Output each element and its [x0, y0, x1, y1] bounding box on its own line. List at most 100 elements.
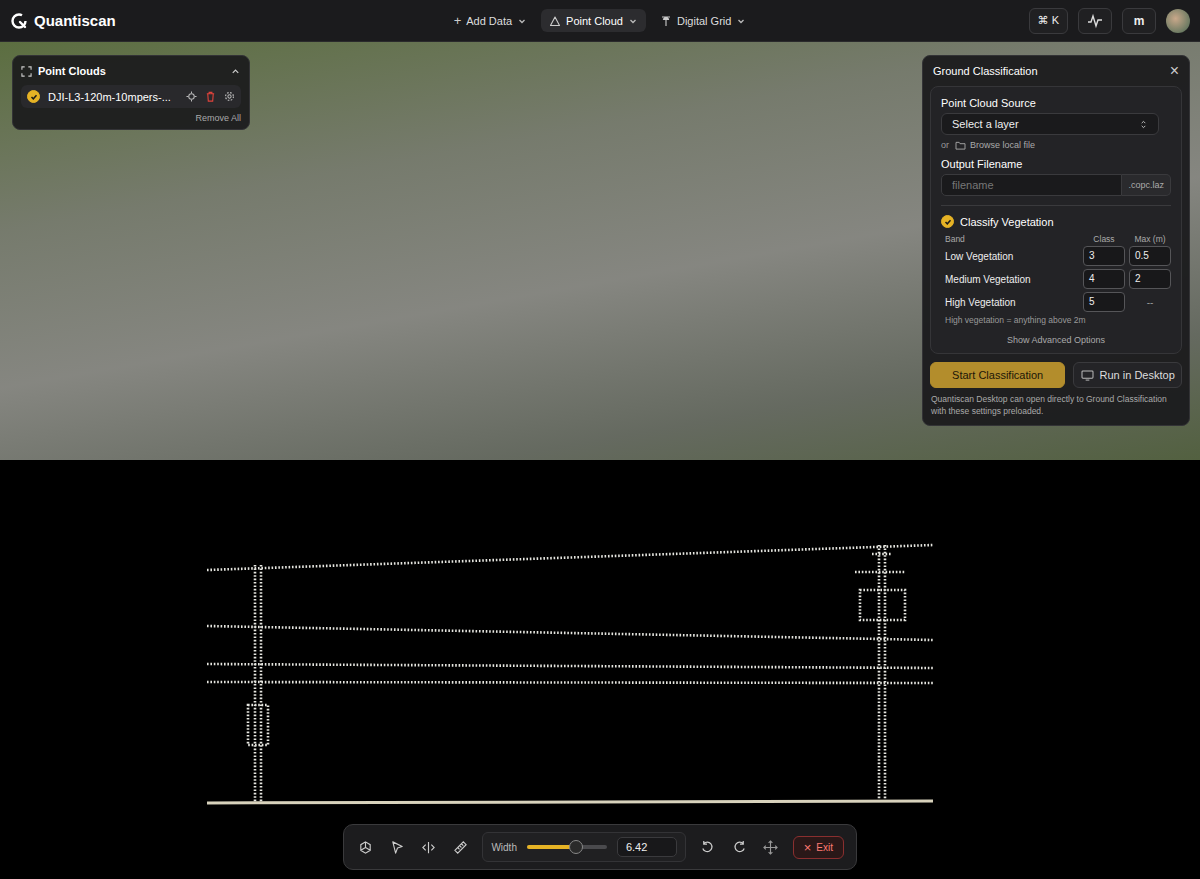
divider	[941, 205, 1171, 206]
band-row: Low Vegetation 3 0.5	[941, 246, 1171, 266]
advanced-options-button[interactable]: Show Advanced Options	[1007, 335, 1105, 345]
column-header: Class	[1083, 234, 1125, 244]
primary-button[interactable]: Start Classification	[930, 362, 1065, 388]
vegetation-checkbox[interactable]	[941, 215, 954, 228]
top-actions: ⌘ K m	[754, 8, 1190, 34]
layer-select[interactable]: Select a layer	[941, 113, 1159, 135]
menu-button[interactable]: Digital Grid	[652, 9, 754, 32]
menu-button[interactable]: Point Cloud	[541, 9, 646, 32]
command-palette-button[interactable]: ⌘ K	[1029, 8, 1068, 34]
browse-row: or Browse local file	[941, 140, 1171, 150]
plus-icon: +	[454, 14, 462, 27]
visibility-checkbox[interactable]	[27, 90, 40, 103]
point-clouds-panel: Point Clouds DJI-L3-120m-10mpers-... Rem…	[12, 55, 250, 130]
width-label: Width	[491, 842, 517, 853]
logo-icon	[10, 12, 28, 30]
panel-header: Point Clouds	[21, 62, 241, 80]
extension-suffix: .copc.laz	[1122, 174, 1171, 196]
vegetation-toggle[interactable]: Classify Vegetation	[941, 215, 1171, 228]
chevron-down-icon	[517, 16, 527, 26]
profile-toolbar: Width 6.42 × Exit	[343, 824, 857, 870]
exit-button[interactable]: × Exit	[793, 836, 844, 859]
desktop-footnote: Quantiscan Desktop can open directly to …	[930, 393, 1182, 418]
output-label: Output Filename	[941, 158, 1171, 170]
column-header: Max (m)	[1129, 234, 1171, 244]
orbit-icon	[358, 840, 373, 855]
width-input[interactable]: 6.42	[617, 837, 677, 857]
expand-icon[interactable]	[21, 66, 32, 77]
user-initial-button[interactable]: m	[1122, 8, 1156, 34]
split-tool[interactable]	[419, 837, 439, 857]
trash-icon[interactable]	[205, 91, 216, 102]
band-table-header: Band Class Max (m)	[941, 234, 1171, 244]
output-field: filename .copc.laz	[941, 174, 1171, 196]
activity-icon	[1087, 13, 1103, 29]
panel-title: Point Clouds	[38, 65, 106, 77]
gear-icon[interactable]	[224, 91, 235, 102]
folder-icon	[955, 141, 966, 150]
move-icon	[763, 840, 778, 855]
main-menu: + Add Data Point Cloud Digital Grid	[446, 9, 755, 32]
width-control: Width 6.42	[482, 832, 686, 862]
vegetation-note: High vegetation = anything above 2m	[941, 315, 1171, 325]
max-input[interactable]: 0.5	[1129, 246, 1171, 266]
band-row: High Vegetation 5 --	[941, 292, 1171, 312]
width-slider[interactable]	[527, 845, 607, 849]
measure-tool[interactable]	[451, 837, 471, 857]
check-icon	[29, 92, 39, 102]
remove-row: Remove All	[21, 108, 241, 123]
select-tool[interactable]	[388, 837, 408, 857]
split-icon	[421, 840, 436, 855]
avatar-image[interactable]	[1166, 9, 1190, 33]
source-label: Point Cloud Source	[941, 97, 1171, 109]
band-name: High Vegetation	[941, 297, 1079, 308]
point-cloud-icon	[549, 15, 561, 27]
ground-classification-panel: Ground Classification × Point Cloud Sour…	[922, 55, 1190, 426]
max-value: --	[1129, 297, 1171, 308]
panel-title: Ground Classification	[933, 65, 1038, 77]
app-name: Quantiscan	[34, 12, 116, 29]
workspace: Width 6.42 × Exit Point Clouds DJI-L3-12…	[0, 42, 1200, 879]
updown-icon	[1139, 119, 1148, 130]
class-input[interactable]: 5	[1083, 292, 1125, 312]
pointer-icon	[390, 840, 405, 855]
redo-icon	[732, 840, 747, 855]
max-input[interactable]: 2	[1129, 269, 1171, 289]
undo-button[interactable]	[698, 837, 718, 857]
action-buttons: Start Classification Run in Desktop	[930, 362, 1182, 388]
layer-name: DJI-L3-120m-10mpers-...	[48, 91, 178, 103]
close-icon: ×	[804, 841, 812, 854]
remove-all-button[interactable]: Remove All	[195, 113, 241, 123]
class-input[interactable]: 3	[1083, 246, 1125, 266]
ruler-icon	[453, 840, 468, 855]
browse-file-button[interactable]: Browse local file	[955, 140, 1035, 150]
class-input[interactable]: 4	[1083, 269, 1125, 289]
move-tool[interactable]	[761, 837, 781, 857]
monitor-icon	[1081, 370, 1094, 381]
band-row: Medium Vegetation 4 2	[941, 269, 1171, 289]
desktop-button[interactable]: Run in Desktop	[1073, 362, 1182, 388]
undo-icon	[700, 840, 715, 855]
brand[interactable]: Quantiscan	[10, 12, 446, 30]
menu-button[interactable]: + Add Data	[446, 9, 535, 32]
band-name: Medium Vegetation	[941, 274, 1079, 285]
top-bar: Quantiscan + Add Data Point Cloud Digita…	[0, 0, 1200, 42]
column-header: Band	[941, 234, 1079, 244]
filename-input[interactable]: filename	[941, 174, 1122, 196]
chevron-down-icon	[736, 16, 746, 26]
layer-row[interactable]: DJI-L3-120m-10mpers-...	[21, 85, 241, 108]
locate-icon[interactable]	[186, 91, 197, 102]
redo-button[interactable]	[730, 837, 750, 857]
cross-section-view[interactable]: Width 6.42 × Exit	[0, 460, 1200, 879]
band-name: Low Vegetation	[941, 251, 1079, 262]
check-icon	[943, 217, 953, 227]
app-window: Quantiscan + Add Data Point Cloud Digita…	[0, 0, 1200, 879]
close-button[interactable]: ×	[1170, 63, 1179, 79]
chevron-down-icon	[628, 16, 638, 26]
settings-card: Point Cloud Source Select a layer or Bro…	[930, 86, 1182, 354]
grid-tower-icon	[660, 15, 672, 27]
activity-button[interactable]	[1078, 8, 1112, 34]
chevron-up-icon[interactable]	[230, 66, 241, 77]
cross-section-drawing	[0, 460, 1200, 879]
orbit-tool[interactable]	[356, 837, 376, 857]
